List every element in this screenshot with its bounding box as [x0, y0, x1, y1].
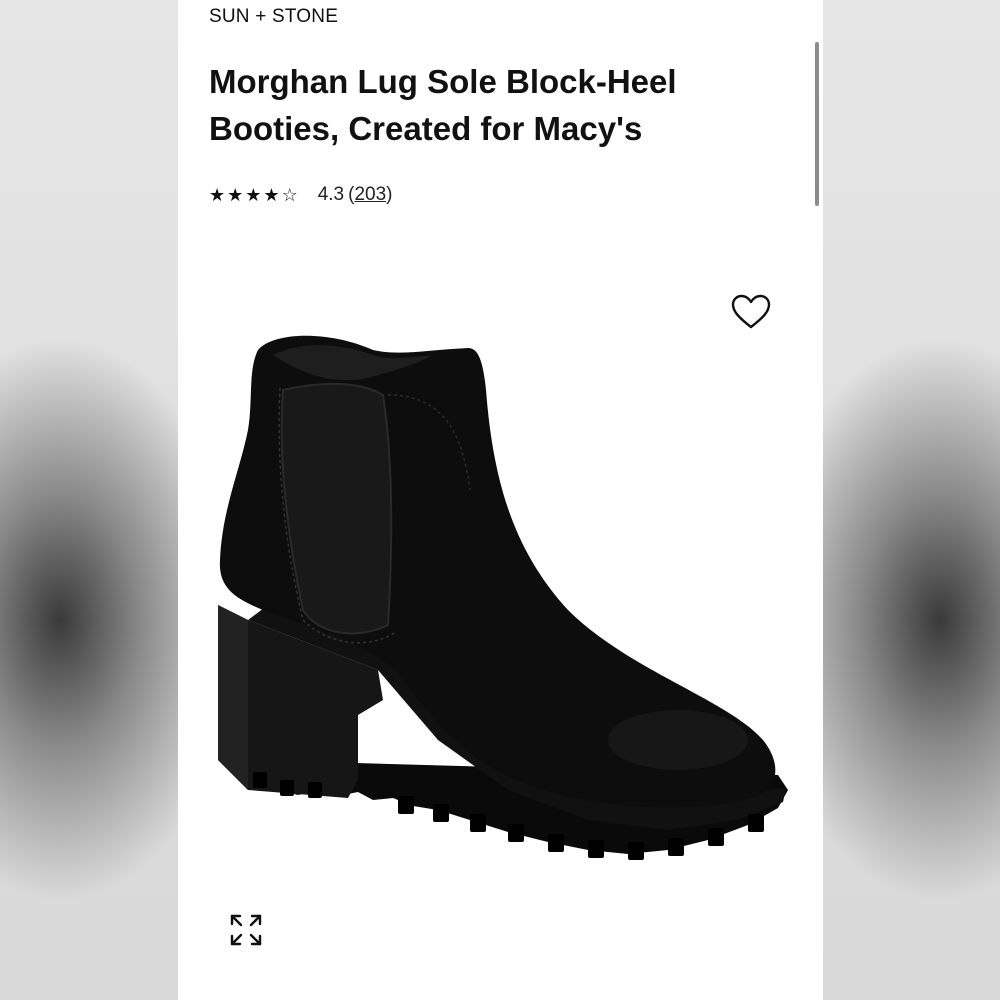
star-rating: ★ ★ ★ ★ ☆ — [209, 185, 298, 206]
product-card: SUN + STONE Morghan Lug Sole Block-Heel … — [178, 0, 823, 1000]
product-title: Morghan Lug Sole Block-Heel Booties, Cre… — [209, 63, 677, 147]
expand-arrows-icon — [230, 914, 262, 946]
star-icon: ★ — [263, 184, 280, 205]
star-icon: ★ — [227, 184, 244, 205]
brand-name[interactable]: SUN + STONE — [209, 6, 338, 28]
review-count[interactable]: (203) — [348, 184, 392, 206]
star-icon: ★ — [209, 184, 226, 205]
review-count-link[interactable]: 203 — [354, 184, 386, 205]
star-half-icon: ☆ — [281, 184, 298, 205]
scrollbar[interactable] — [815, 42, 819, 206]
expand-image-button[interactable] — [228, 912, 264, 948]
boot-image[interactable] — [208, 320, 798, 890]
star-icon: ★ — [245, 184, 262, 205]
rating-value: 4.3 — [317, 184, 345, 205]
rating-row[interactable]: ★ ★ ★ ★ ☆ 4.3 (203) — [209, 184, 392, 206]
